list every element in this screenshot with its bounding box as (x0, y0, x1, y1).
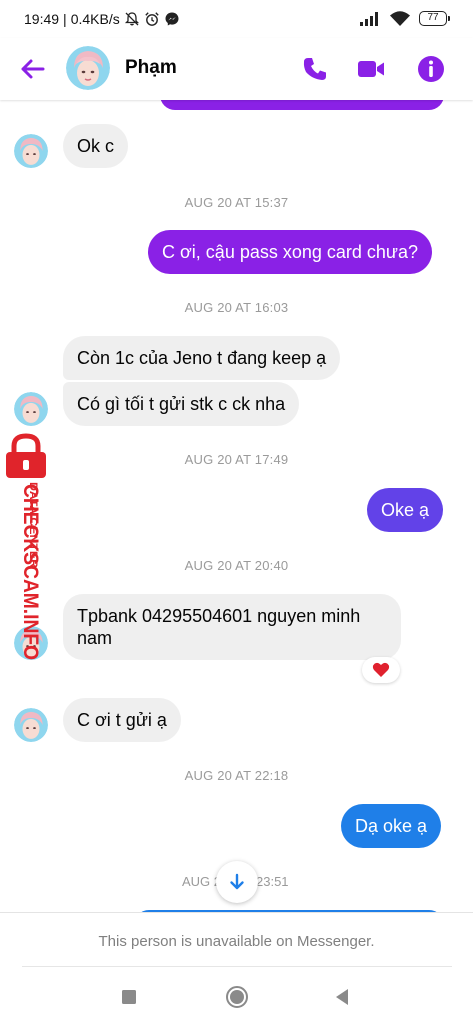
message-timestamp: AUG 20 AT 17:49 (184, 452, 289, 467)
message-text: Ok c (77, 136, 115, 156)
message-text: C ơi t gửi ạ (77, 710, 167, 730)
watermark-sub-text: DATA CENTER (27, 482, 39, 568)
message-bubble-incoming[interactable]: Còn 1c của Jeno t đang keep ạ (63, 336, 341, 380)
message-text: Còn 1c của Jeno t đang keep ạ (77, 348, 327, 368)
back-nav-icon[interactable] (330, 984, 356, 1010)
home-icon[interactable] (224, 984, 250, 1010)
battery-icon: 77 (419, 11, 450, 26)
message-bubble-incoming[interactable]: Có gì tối t gửi stk c ck nha (63, 382, 300, 426)
messenger-icon (165, 12, 179, 26)
divider (22, 966, 452, 967)
status-right: 77 (359, 10, 450, 27)
recent-apps-icon[interactable] (116, 984, 142, 1010)
message-timestamp: AUG 20 AT 16:03 (184, 300, 289, 315)
message-timestamp: AUG 20 AT 22:18 (184, 768, 289, 783)
message-text: nam (77, 628, 113, 648)
composer-footer: This person is unavailable on Messenger. (0, 912, 473, 970)
wifi-icon (390, 11, 410, 26)
message-text: C ơi, cậu pass xong card chưa? (162, 242, 418, 262)
status-time: 19:49 (24, 11, 60, 27)
contact-name[interactable]: Phạm (125, 57, 177, 79)
network-speed: 0.4KB/s (70, 11, 120, 27)
status-bar: 19:49 | 0.4KB/s 77 (0, 0, 473, 38)
alarm-icon (145, 12, 159, 26)
contact-avatar[interactable] (66, 46, 110, 90)
status-left: 19:49 | 0.4KB/s (24, 11, 180, 27)
message-bubble-incoming[interactable]: C ơi t gửi ạ (63, 698, 181, 742)
message-bubble-outgoing[interactable]: C ơi, cậu pass xong card chưa? (148, 230, 432, 274)
message-text: Dạ oke ạ (355, 816, 428, 836)
message-bubble-outgoing[interactable] (160, 100, 444, 110)
video-camera-icon[interactable] (356, 54, 386, 84)
arrow-down-icon (230, 873, 244, 890)
status-separator: | (63, 11, 67, 27)
message-text: Có gì tối t gửi stk c ck nha (77, 394, 286, 414)
message-timestamp: AUG 20 AT 15:37 (184, 195, 289, 210)
message-timestamp: AUG 20 AT 20:40 (184, 558, 289, 573)
message-list[interactable]: Ok c AUG 20 AT 15:37 C ơi, cậu pass xong… (0, 100, 473, 912)
message-bubble-outgoing[interactable]: Dạ oke ạ (341, 804, 442, 848)
avatar[interactable] (14, 134, 48, 168)
system-nav-bar (0, 970, 473, 1024)
avatar[interactable] (14, 392, 48, 426)
heart-icon (372, 662, 390, 677)
message-text: Oke ạ (381, 500, 430, 520)
heart-reaction[interactable] (362, 657, 400, 683)
message-bubble-incoming[interactable]: Tpbank 04295504601 nguyen minh nam (63, 594, 401, 660)
back-arrow-icon[interactable] (18, 54, 48, 84)
checkscam-watermark: CHECKSCAM.INFO DATA CENTER (0, 432, 56, 672)
message-bubble-outgoing[interactable]: Oke ạ (367, 488, 444, 532)
timestamp-right-part: 23:51 (256, 874, 289, 889)
phone-icon[interactable] (300, 54, 330, 84)
battery-level: 77 (427, 12, 439, 23)
avatar[interactable] (14, 708, 48, 742)
message-bubble-incoming[interactable]: Ok c (63, 124, 129, 168)
message-text: Tpbank 04295504601 nguyen minh (77, 606, 361, 626)
conversation-header: Phạm (0, 38, 473, 100)
scroll-to-bottom-button[interactable] (216, 861, 258, 903)
unavailable-notice: This person is unavailable on Messenger. (98, 933, 375, 950)
signal-icon (360, 11, 378, 26)
lock-icon (6, 433, 46, 478)
info-icon[interactable] (416, 54, 446, 84)
mute-icon (124, 12, 139, 26)
